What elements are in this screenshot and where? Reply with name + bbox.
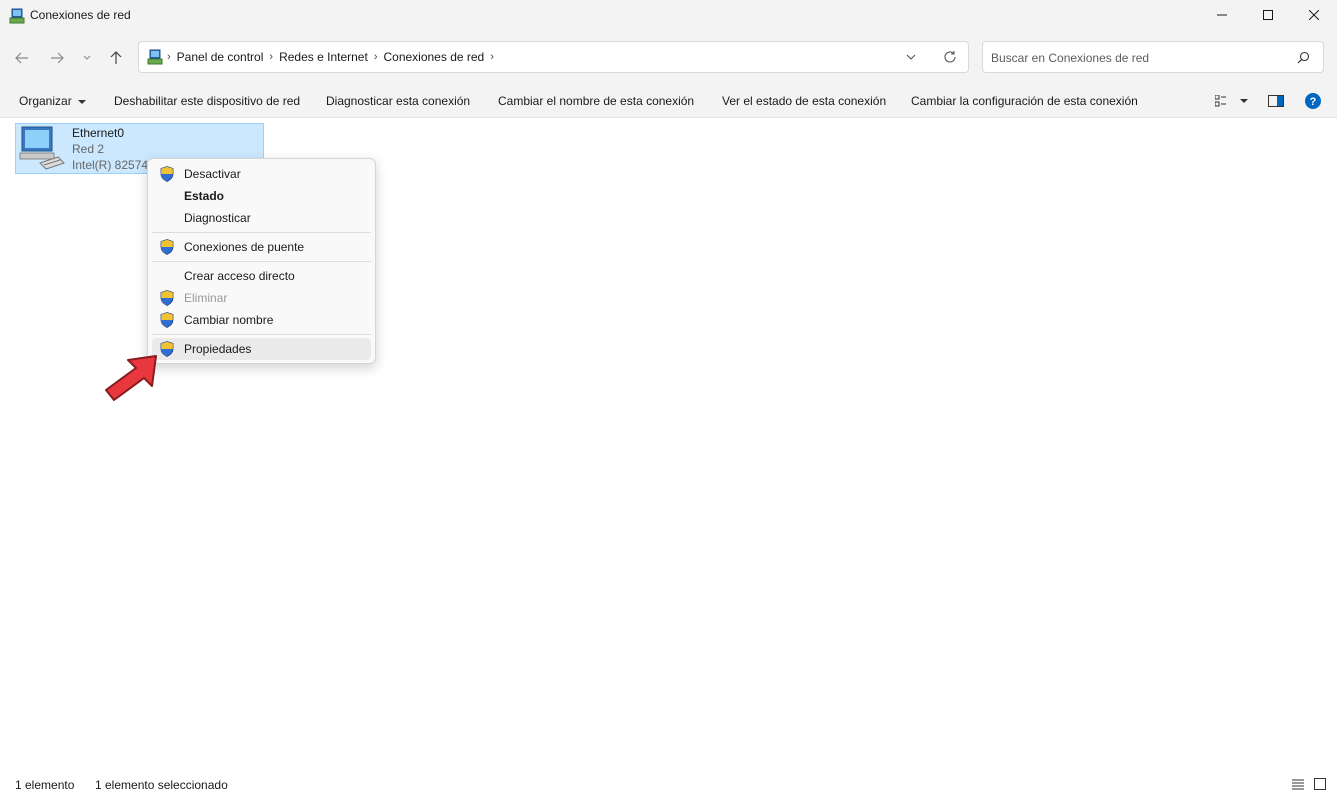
minimize-button[interactable] [1199, 0, 1245, 30]
title-bar [0, 0, 1337, 33]
menu-item-label: Conexiones de puente [184, 240, 305, 254]
menu-item-label: Desactivar [184, 167, 241, 181]
menu-item-label: Diagnosticar [184, 211, 251, 225]
refresh-button[interactable] [943, 50, 957, 67]
diagnose-connection-button[interactable]: Diagnosticar esta conexión [326, 94, 470, 108]
back-button[interactable] [11, 47, 33, 69]
organize-button[interactable]: Organizar [19, 94, 87, 108]
help-button[interactable]: ? [1305, 93, 1321, 112]
change-settings-button[interactable]: Cambiar la configuración de esta conexió… [911, 94, 1138, 108]
preview-pane-icon [1268, 95, 1284, 107]
menu-item-label: Estado [184, 189, 225, 203]
network-connections-icon [9, 8, 25, 24]
svg-text:?: ? [1310, 96, 1317, 108]
menu-item-estado[interactable]: Estado [152, 185, 371, 207]
breadcrumb-control-panel[interactable]: Panel de control [171, 50, 270, 64]
caret-down-icon [78, 100, 87, 104]
breadcrumb-separator-icon[interactable]: › [490, 51, 494, 63]
search-input[interactable]: Buscar en Conexiones de red [982, 41, 1324, 73]
maximize-button[interactable] [1245, 0, 1291, 30]
menu-item-desactivar[interactable]: Desactivar [152, 163, 371, 185]
minimize-icon [1217, 14, 1227, 16]
arrow-up-icon [110, 51, 122, 64]
organize-label: Organizar [19, 94, 72, 108]
address-bar[interactable]: › Panel de control › Redes e Internet › … [138, 41, 969, 73]
menu-item-conexiones-de-puente[interactable]: Conexiones de puente [152, 236, 371, 258]
view-status-button[interactable]: Ver el estado de esta conexión [722, 94, 886, 108]
pointer-arrow-icon [100, 350, 162, 407]
uac-shield-icon [160, 239, 174, 255]
breadcrumb-network-connections[interactable]: Conexiones de red [377, 50, 490, 64]
search-placeholder: Buscar en Conexiones de red [991, 51, 1150, 65]
context-menu: Desactivar Estado Diagnosticar Conexione… [147, 158, 376, 364]
close-icon [1309, 10, 1319, 20]
uac-shield-icon [160, 290, 174, 306]
tiles-view-icon [1314, 778, 1326, 790]
menu-item-cambiar-nombre[interactable]: Cambiar nombre [152, 309, 371, 331]
menu-item-label: Cambiar nombre [184, 313, 274, 327]
menu-separator [152, 261, 371, 262]
menu-item-crear-acceso-directo[interactable]: Crear acceso directo [152, 265, 371, 287]
chevron-down-icon [906, 54, 916, 60]
window-title: Conexiones de red [30, 8, 131, 22]
details-view-button[interactable] [1292, 779, 1304, 793]
menu-item-label: Eliminar [184, 291, 228, 305]
control-panel-icon [147, 49, 163, 65]
connection-network: Red 2 [72, 142, 105, 156]
menu-separator [152, 232, 371, 233]
menu-item-propiedades[interactable]: Propiedades [152, 338, 371, 360]
connection-name: Ethernet0 [72, 126, 125, 140]
uac-shield-icon [160, 166, 174, 182]
tiles-view-button[interactable] [1314, 778, 1326, 793]
help-icon: ? [1305, 93, 1321, 109]
breadcrumb-network-internet[interactable]: Redes e Internet [273, 50, 374, 64]
uac-shield-icon [160, 312, 174, 328]
forward-button[interactable] [46, 47, 68, 69]
uac-shield-icon [160, 341, 174, 357]
rename-connection-button[interactable]: Cambiar el nombre de esta conexión [498, 94, 694, 108]
status-item-count: 1 elemento [15, 778, 75, 792]
refresh-icon [944, 51, 956, 63]
address-dropdown-button[interactable] [906, 51, 916, 65]
menu-item-label: Crear acceso directo [184, 269, 295, 283]
change-view-button[interactable] [1214, 94, 1249, 110]
menu-separator [152, 334, 371, 335]
preview-pane-button[interactable] [1268, 95, 1284, 110]
arrow-right-icon [51, 52, 64, 64]
up-button[interactable] [105, 47, 127, 69]
details-view-icon [1292, 779, 1304, 790]
view-options-icon [1214, 94, 1248, 107]
connection-device: Intel(R) 82574L [72, 158, 155, 172]
status-selected-count: 1 elemento seleccionado [95, 778, 228, 792]
recent-locations-button[interactable] [78, 47, 96, 69]
close-button[interactable] [1291, 0, 1337, 30]
chevron-down-icon [83, 55, 91, 60]
menu-item-diagnosticar[interactable]: Diagnosticar [152, 207, 371, 229]
network-adapter-icon [18, 125, 66, 174]
disable-device-button[interactable]: Deshabilitar este dispositivo de red [114, 94, 300, 108]
arrow-left-icon [15, 52, 28, 64]
maximize-icon [1263, 10, 1273, 20]
search-icon[interactable] [1297, 51, 1310, 67]
menu-item-eliminar: Eliminar [152, 287, 371, 309]
menu-item-label: Propiedades [184, 342, 252, 356]
